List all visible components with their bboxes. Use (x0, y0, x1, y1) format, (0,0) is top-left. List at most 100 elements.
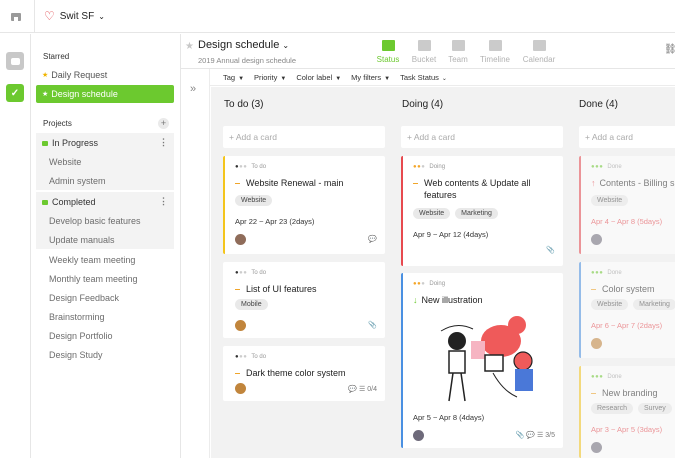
filter-tag[interactable]: Tag ▼ (223, 73, 244, 82)
tab-label: Calendar (522, 55, 556, 64)
status-dots-icon: ●●● (235, 354, 248, 360)
card-title-text: features (424, 190, 457, 200)
tab-team[interactable]: Team (440, 40, 476, 64)
card-status: ●●● To do (235, 164, 266, 170)
sidebar-item-weekly-team-meeting[interactable]: Weekly team meeting (36, 250, 174, 269)
add-card-input-doing[interactable]: + Add a card (401, 126, 563, 148)
filter-label: Task Status (400, 72, 439, 82)
avatar[interactable] (235, 320, 246, 331)
tab-status[interactable]: Status (370, 40, 406, 64)
card-tags: Website Marketing (413, 208, 503, 219)
priority-icon (235, 288, 240, 291)
tag[interactable]: Mobile (235, 299, 268, 310)
tab-label: Timeline (480, 55, 510, 64)
sidebar-item-update-manuals[interactable]: Update manuals (36, 230, 174, 249)
task-card[interactable]: ●●● Done ↑ Contents - Billing s Website Ap… (579, 156, 675, 254)
card-status: ●●● Done (591, 270, 622, 276)
add-project-button[interactable]: + (158, 118, 169, 129)
filter-priority[interactable]: Priority ▼ (254, 73, 286, 82)
task-card[interactable]: ●●● Doing Web contents & Update all featur… (401, 156, 563, 266)
workspace-switcher[interactable]: ♡ Swit SF ⌄ (44, 9, 105, 23)
tag[interactable]: Website (413, 208, 451, 219)
illustration-image (440, 316, 533, 402)
add-card-input-done[interactable]: + Add a card (579, 126, 675, 148)
priority-icon (591, 392, 596, 395)
filter-color-label[interactable]: Color label ▼ (296, 73, 341, 82)
tag[interactable]: Marketing (455, 208, 498, 219)
status-dots-icon: ●●● (413, 164, 426, 170)
tag[interactable]: Website (591, 195, 629, 206)
arrow-up-icon: ↑ (591, 178, 596, 188)
sidebar-item-design-feedback[interactable]: Design Feedback (36, 288, 174, 307)
more-icon[interactable]: ⋮ (159, 196, 168, 207)
project-subtitle: 2019 Annual design schedule (198, 56, 296, 65)
card-status: ●●● Doing (413, 164, 445, 170)
task-card[interactable]: ●●● To do Dark theme color system 💬 ☰ 0/4 (223, 346, 385, 401)
home-icon[interactable] (10, 10, 22, 22)
task-card[interactable]: ●●● To do List of UI features Mobile 📎 (223, 262, 385, 338)
tab-calendar[interactable]: Calendar (521, 40, 557, 64)
sidebar-item-design-schedule[interactable]: ★ Design schedule (36, 85, 174, 103)
task-card[interactable]: ●●● Doing ↓ New illustration Apr 5 ~ Apr 8… (401, 273, 563, 448)
tag[interactable]: Marketing (633, 299, 675, 310)
card-status: ●●● Done (591, 164, 622, 170)
status-text: Doing (429, 281, 446, 287)
tag[interactable]: Research (591, 403, 633, 414)
sidebar-item-website[interactable]: Website (36, 152, 174, 171)
status-text: To do (251, 354, 267, 360)
tab-bucket[interactable]: Bucket (406, 40, 442, 64)
card-status: ●●● To do (235, 354, 266, 360)
task-icon[interactable]: ✓ (6, 84, 24, 102)
filter-my-filters[interactable]: My filters ▼ (351, 73, 390, 82)
priority-icon (235, 372, 240, 375)
swit-logo-icon: ♡ (44, 9, 55, 23)
filter-task-status[interactable]: Task Status ⌄ (400, 73, 447, 82)
more-icon[interactable]: ⋮ (159, 137, 168, 148)
sidebar-item-develop-basic-features[interactable]: Develop basic features (36, 211, 174, 230)
task-card[interactable]: ●●● To do Website Renewal - main Website … (223, 156, 385, 254)
checklist-icon: ☰ (537, 432, 544, 439)
star-icon[interactable]: ★ (185, 41, 194, 52)
card-title-text: Contents - Billing s (599, 178, 675, 188)
sidebar-item-admin-system[interactable]: Admin system (36, 171, 174, 190)
add-card-input-todo[interactable]: + Add a card (223, 126, 385, 148)
card-status: ●●● To do (235, 270, 266, 276)
tag[interactable]: Website (591, 299, 629, 310)
project-title[interactable]: Design schedule ⌄ (198, 39, 289, 51)
double-chevron-right-icon[interactable]: » (190, 83, 196, 95)
avatar[interactable] (235, 383, 246, 394)
sidebar-item-design-study[interactable]: Design Study (36, 345, 174, 364)
tab-timeline[interactable]: Timeline (477, 40, 513, 64)
avatar[interactable] (413, 430, 424, 441)
task-card[interactable]: ●●● Done New branding Research Survey Apr … (579, 366, 675, 458)
avatar[interactable] (591, 442, 602, 453)
tag[interactable]: Website (235, 195, 273, 206)
sidebar-item-label: Daily Request (51, 70, 108, 80)
sidebar-item-brainstorming[interactable]: Brainstorming (36, 307, 174, 326)
sidebar-item-daily-request[interactable]: ★ Daily Request (36, 66, 174, 84)
priority-icon (591, 288, 596, 291)
tab-label: Team (448, 55, 468, 64)
group-title-completed[interactable]: Completed ⋮ (36, 193, 174, 211)
filter-label: My filters (351, 72, 382, 82)
sidebar-item-monthly-team-meeting[interactable]: Monthly team meeting (36, 269, 174, 288)
comment-icon: 💬 (348, 386, 358, 393)
link-icon[interactable]: ⛓ (664, 44, 675, 55)
chat-icon[interactable] (6, 52, 24, 70)
status-dots-icon: ●●● (235, 164, 248, 170)
checklist-count: 0/4 (367, 386, 377, 393)
sidebar-item-design-portfolio[interactable]: Design Portfolio (36, 326, 174, 345)
bucket-view-icon (417, 40, 431, 51)
card-date: Apr 4 ~ Apr 8 (5days) (591, 217, 663, 226)
avatar[interactable] (591, 338, 602, 349)
task-card[interactable]: ●●● Done Color system Website Marketing Ap… (579, 262, 675, 358)
avatar[interactable] (591, 234, 602, 245)
filter-bar: Tag ▼ Priority ▼ Color label ▼ My filters ▼ … (210, 69, 675, 86)
workspace-name: Swit SF (59, 10, 95, 22)
card-title: List of UI features (235, 283, 317, 295)
group-title-in-progress[interactable]: In Progress ⋮ (36, 134, 174, 152)
avatar[interactable] (235, 234, 246, 245)
status-dots-icon: ●●● (591, 164, 604, 170)
tag[interactable]: Survey (637, 403, 672, 414)
status-text: To do (251, 270, 267, 276)
